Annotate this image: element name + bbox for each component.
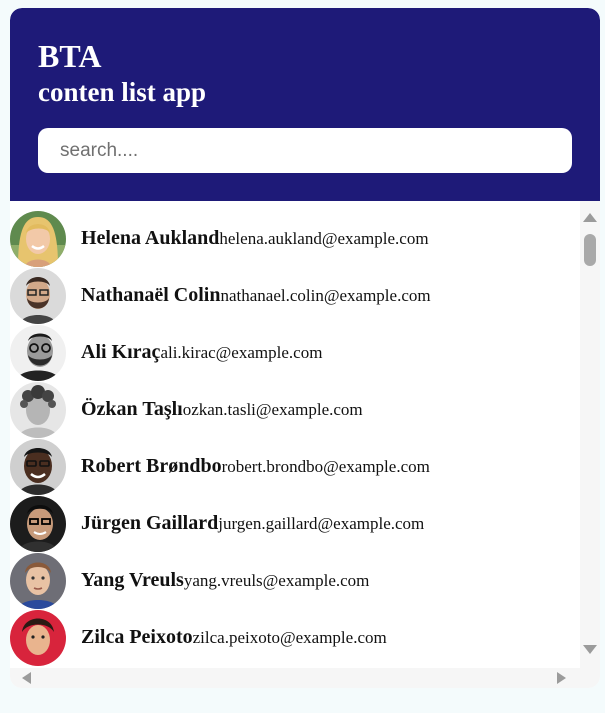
vertical-scrollbar[interactable]	[580, 201, 600, 668]
contact-name: Jürgen Gaillard	[81, 512, 219, 534]
contact-name: Robert Brøndbo	[81, 455, 222, 477]
search-input[interactable]	[38, 128, 572, 173]
contact-row[interactable]: Helena Aukland helena.aukland@example.co…	[10, 210, 580, 267]
man-glasses-beard-avatar	[10, 267, 66, 324]
scroll-down-arrow-icon[interactable]	[583, 645, 597, 654]
contact-name: Yang Vreuls	[81, 569, 184, 591]
horizontal-scrollbar[interactable]	[10, 668, 580, 688]
contact-row[interactable]: Nathanaël Colin nathanael.colin@example.…	[10, 267, 580, 324]
contact-email: ozkan.tasli@example.com	[182, 399, 363, 419]
scroll-left-arrow-icon[interactable]	[22, 672, 31, 684]
young-man-avatar	[10, 552, 66, 609]
man-glasses-dark-avatar	[10, 495, 66, 552]
contact-email: robert.brondbo@example.com	[221, 456, 430, 476]
contact-row[interactable]: Özkan Taşlı ozkan.tasli@example.com	[10, 381, 580, 438]
scrollbar-corner	[580, 668, 600, 688]
contact-name: Nathanaël Colin	[81, 284, 221, 306]
contact-name: Zilca Peixoto	[81, 626, 193, 648]
contact-email: zilca.peixoto@example.com	[192, 627, 387, 647]
contact-email: yang.vreuls@example.com	[183, 570, 370, 590]
man-glasses-smiling-avatar	[10, 438, 66, 495]
scroll-right-arrow-icon[interactable]	[557, 672, 566, 684]
contact-name: Ali Kıraç	[81, 341, 161, 363]
contact-email: jurgen.gaillard@example.com	[218, 513, 425, 533]
contact-email: ali.kirac@example.com	[160, 342, 323, 362]
man-curly-hair-bw-avatar	[10, 381, 66, 438]
app-header: BTA conten list app	[10, 8, 600, 201]
vertical-scrollbar-thumb[interactable]	[584, 234, 596, 266]
scroll-up-arrow-icon[interactable]	[583, 213, 597, 222]
contact-list-app: BTA conten list app Helena Aukland helen…	[10, 8, 600, 688]
man-glasses-bw-avatar	[10, 324, 66, 381]
contact-row[interactable]: Jürgen Gaillard jurgen.gaillard@example.…	[10, 495, 580, 552]
contact-email: nathanael.colin@example.com	[220, 285, 431, 305]
contact-email: helena.aukland@example.com	[219, 228, 429, 248]
contact-row[interactable]: Zilca Peixoto zilca.peixoto@example.com	[10, 609, 580, 666]
contact-name: Özkan Taşlı	[81, 398, 183, 420]
contact-list[interactable]: Helena Aukland helena.aukland@example.co…	[10, 201, 580, 668]
app-subtitle: conten list app	[38, 77, 207, 107]
person-red-background-avatar	[10, 609, 66, 666]
contact-name: Helena Aukland	[81, 227, 220, 249]
contact-row[interactable]: Yang Vreuls yang.vreuls@example.com	[10, 552, 580, 609]
contact-row[interactable]: Ali Kıraç ali.kirac@example.com	[10, 324, 580, 381]
woman-blonde-avatar	[10, 210, 66, 267]
app-title: BTA	[38, 38, 102, 74]
contact-row[interactable]: Robert Brøndbo robert.brondbo@example.co…	[10, 438, 580, 495]
